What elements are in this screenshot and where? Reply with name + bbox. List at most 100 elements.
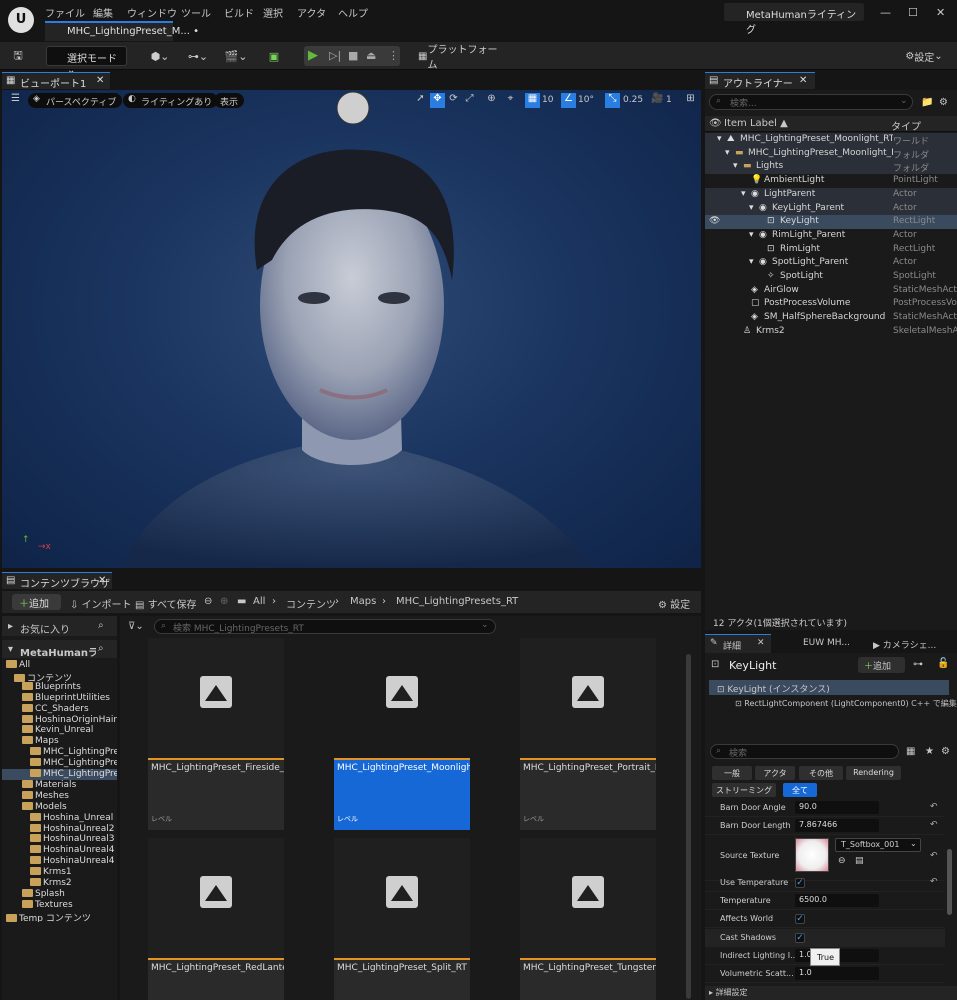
folder-tree-item[interactable]: Splash <box>2 888 117 900</box>
component-row[interactable]: ⊡ RectLightComponent (LightComponent0) C… <box>735 698 957 712</box>
outliner-row[interactable]: ▾ ⛰ MHC_LightingPreset_Moonlight_RT ワールド <box>705 133 957 147</box>
filter-rendering[interactable]: Rendering <box>846 766 901 780</box>
cast-shadows-checkbox[interactable]: ✓ <box>795 933 805 943</box>
hamburger-icon[interactable]: ☰ <box>8 93 23 108</box>
folder-tree-item[interactable]: Kevin_Unreal <box>2 725 117 736</box>
expander-icon[interactable]: ▾ <box>733 161 738 171</box>
tab-outliner[interactable]: ▤ アウトライナー ✕ <box>705 72 815 90</box>
volumetric-scattering-input[interactable]: 1.0 <box>795 967 879 980</box>
scale-snap-value[interactable]: 0.25 <box>623 95 643 105</box>
folder-tree-item[interactable]: MHC_LightingPre <box>2 747 117 758</box>
folder-tree-item[interactable]: Textures <box>2 899 117 911</box>
blueprint-icon[interactable]: ⊶⌄ <box>184 46 212 66</box>
menu-help[interactable]: ヘルプ <box>338 5 368 20</box>
column-item-label[interactable]: Item Label ▲ <box>724 118 788 129</box>
visibility-icon[interactable]: 👁 <box>709 216 720 226</box>
texture-dropdown[interactable]: T_Softbox_001 ⌄ <box>835 838 921 852</box>
close-window-icon[interactable]: ✕ <box>936 6 945 19</box>
use-temperature-checkbox[interactable]: ✓ <box>795 878 805 888</box>
outliner-row[interactable]: ▾ ◉ SpotLight_Parent Actor <box>705 256 957 270</box>
more-options-icon[interactable]: ⋮ <box>388 49 399 62</box>
history-forward-icon[interactable]: ⊕ <box>220 596 228 607</box>
folder-tree-item[interactable]: Materials <box>2 779 117 791</box>
folder-tree-item[interactable]: Hoshina_Unreal <box>2 812 117 824</box>
outliner-row[interactable]: ▾ ◉ LightParent Actor <box>705 187 957 202</box>
details-add-button[interactable]: ＋追加 <box>858 657 905 673</box>
tab-content-browser[interactable]: ▤ コンテンツブラウザ ✕ <box>2 572 112 590</box>
outliner-row[interactable]: ▾ ▬ MHC_LightingPreset_Moonlight_R フォルダ <box>705 146 957 161</box>
outliner-row[interactable]: ▾ ◉ KeyLight_Parent Actor <box>705 201 957 216</box>
star-icon[interactable]: ★ <box>925 746 934 757</box>
menu-actor[interactable]: アクタ <box>297 5 326 20</box>
details-scrollbar[interactable] <box>947 849 952 915</box>
outliner-row[interactable]: ◈ SM_HalfSphereBackground StaticMeshActor <box>705 311 957 325</box>
filter-other[interactable]: その他 <box>799 766 843 780</box>
outliner-row[interactable]: ▾ ▬ Lights フォルダ <box>705 160 957 175</box>
outliner-row[interactable]: ♙ Krms2 SkeletalMeshActor <box>705 325 957 339</box>
reset-icon[interactable]: ↶ <box>930 820 938 830</box>
outliner-row[interactable]: ⊡ RimLight RectLight <box>705 243 957 257</box>
asset-scrollbar[interactable] <box>686 654 691 999</box>
folder-tree-item[interactable]: HoshinaOriginHair <box>2 714 117 726</box>
stop-icon[interactable]: ■ <box>348 49 358 62</box>
asset-tile[interactable]: MHC_LightingPreset_Split_RTレベル <box>334 838 470 1000</box>
menu-build[interactable]: ビルド <box>224 5 254 20</box>
folder-tree-item[interactable]: Blueprints <box>2 681 117 693</box>
expander-icon[interactable]: ▾ <box>749 230 754 240</box>
folder-tree-item[interactable]: コンテンツ <box>2 671 117 682</box>
asset-tile[interactable]: MHC_LightingPreset_Moonlight_RT レベル <box>334 638 470 830</box>
gear-icon[interactable]: ⚙ <box>941 746 950 757</box>
barn-door-length-input[interactable]: 7.867466 <box>795 819 879 832</box>
minimize-icon[interactable]: — <box>880 6 891 19</box>
instance-row[interactable]: ⊡ KeyLight (インスタンス) <box>709 680 949 695</box>
outliner-row[interactable]: ▾ ◉ RimLight_Parent Actor <box>705 229 957 243</box>
menu-window[interactable]: ウィンドウ <box>127 5 177 20</box>
folder-tree-item[interactable]: HoshinaUnreal4 <box>2 845 117 856</box>
move-tool-icon[interactable]: ✥ <box>430 93 445 108</box>
folder-tree-item[interactable]: MHC_LightingPre <box>2 758 117 769</box>
surface-snap-icon[interactable]: ⌖ <box>503 93 518 108</box>
camera-speed-icon[interactable]: 🎥 <box>650 93 665 108</box>
add-actor-icon[interactable]: ⬢⌄ <box>146 46 174 66</box>
folder-tree-item[interactable]: Models <box>2 801 117 813</box>
import-button[interactable]: ⇩ インポート <box>70 596 132 611</box>
asset-tile[interactable]: MHC_LightingPreset_Portrait_RT レベル <box>520 638 656 830</box>
advanced-section-header[interactable]: ▸ 詳細設定 <box>705 986 957 1000</box>
maximize-viewport-icon[interactable]: ⊞ <box>683 93 698 108</box>
texture-thumbnail[interactable] <box>795 838 829 872</box>
save-icon[interactable]: 🖫 <box>8 46 28 66</box>
expander-icon[interactable]: ▾ <box>749 203 754 213</box>
cpp-edit-link[interactable]: C++ で編集 <box>911 699 957 708</box>
eject-icon[interactable]: ⏏ <box>366 49 376 62</box>
settings-gear-icon[interactable]: ⚙ <box>939 97 948 108</box>
world-space-icon[interactable]: ⊕ <box>484 93 499 108</box>
folder-tree-item[interactable]: Maps <box>2 736 117 747</box>
rotation-snap-value[interactable]: 10° <box>578 95 594 105</box>
menu-file[interactable]: ファイル <box>45 5 85 20</box>
outliner-row[interactable]: 💡 AmbientLight PointLight <box>705 174 957 188</box>
play-icon[interactable]: ▶ <box>308 48 318 63</box>
asset-tile[interactable]: MHC_LightingPreset_Tungsten_RTレベル <box>520 838 656 1000</box>
affects-world-checkbox[interactable]: ✓ <box>795 914 805 924</box>
settings-button[interactable]: ⚙ 設定 ⌄ <box>898 46 950 66</box>
expander-icon[interactable]: ▾ <box>741 189 746 199</box>
favorites-header[interactable]: ▸ お気に入り ⌕ <box>2 616 117 636</box>
visibility-icon[interactable]: 👁 <box>709 118 722 129</box>
outliner-search-input[interactable]: ⌕ 検索... ⌄ <box>709 94 913 110</box>
scale-tool-icon[interactable]: ⤢ <box>462 93 477 108</box>
menu-edit[interactable]: 編集 <box>93 5 113 20</box>
folder-tree-item[interactable]: BlueprintUtilities <box>2 692 117 704</box>
document-tab[interactable]: MHC_LightingPreset_M... • <box>45 21 199 41</box>
outliner-row[interactable]: ◈ AirGlow StaticMeshActor <box>705 284 957 298</box>
tab-euw[interactable]: EUW MH... <box>803 638 850 648</box>
viewport[interactable]: ☰ ◈ パースペクティブ ◐ ライティングあり 表示 ➚ ✥ ⟳ ⤢ ⊕ ⌖ ▦ 1… <box>2 90 701 568</box>
cinematics-icon[interactable]: 🎬⌄ <box>222 46 250 66</box>
barn-door-angle-input[interactable]: 90.0 <box>795 801 879 814</box>
perspective-button[interactable]: ◈ パースペクティブ <box>28 93 123 108</box>
browse-icon[interactable]: ▤ <box>855 856 864 866</box>
add-folder-icon[interactable]: 📁 <box>921 97 933 108</box>
breadcrumb-folder[interactable]: MHC_LightingPresets_RT <box>396 596 518 607</box>
search-icon[interactable]: ⌕ <box>98 643 104 654</box>
modes-icon[interactable]: ▣ <box>264 46 284 66</box>
camera-speed-value[interactable]: 1 <box>666 95 672 105</box>
